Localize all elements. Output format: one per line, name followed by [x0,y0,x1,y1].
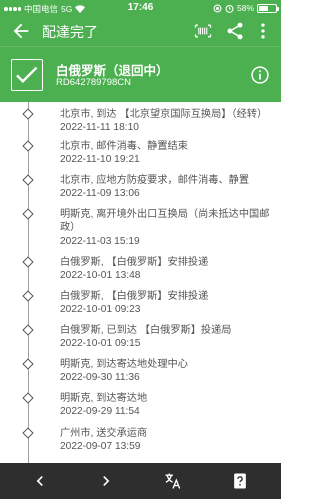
status-bar: 中国电信 5G 17:46 58% [0,0,281,16]
check-icon [11,59,43,91]
event-text: 白俄罗斯, 已到达 【白俄罗斯】投递局 [60,325,232,336]
info-icon[interactable] [250,65,270,85]
event-text: 北京市, 邮件消毒、静置结束 [60,141,188,152]
help-icon[interactable] [230,471,250,491]
event-text: 明斯克, 离开境外出口互换局（尚未抵达中国邮政） [60,209,270,233]
alarm-icon [225,4,234,13]
diamond-icon [22,358,34,370]
status-right: 58% [213,3,279,13]
chevron-left-icon[interactable] [30,471,50,491]
event-text: 广州市, 送交承运商 [60,428,148,439]
event-time: 2022-11-10 19:21 [60,154,140,165]
bottom-bar [0,463,281,499]
event-time: 2022-09-07 13:59 [60,441,141,452]
tracking-timeline: 北京市, 到达 【北京望京国际互换局】（经转） 2022-11-11 18:10… [0,102,281,463]
tracking-number: RD642789798CN [56,77,131,88]
event-text: 白俄罗斯, 【白俄罗斯】安排投递 [60,257,209,268]
diamond-icon [22,174,34,186]
back-arrow-icon[interactable] [10,20,32,42]
event-text: 明斯克, 到达寄达地处理中心 [60,359,188,370]
event-time: 2022-10-01 09:15 [60,338,141,349]
package-header: 白俄罗斯（退回中） RD642789798CN [0,46,281,102]
diamond-icon [22,256,34,268]
event-time: 2022-09-30 11:36 [60,372,140,383]
diamond-icon [22,392,34,404]
event-text: 北京市, 应地方防疫要求，邮件消毒、静置 [60,175,250,186]
chevron-right-icon[interactable] [96,471,116,491]
diamond-icon [22,140,34,152]
event-time: 2022-11-11 18:10 [60,122,139,133]
battery-fill [259,5,269,11]
share-icon[interactable] [225,21,245,41]
event-time: 2022-11-09 13:06 [60,188,140,199]
event-time: 2022-11-03 15:19 [60,236,140,247]
diamond-icon [22,324,34,336]
barcode-icon[interactable] [193,21,213,41]
battery-percent: 58% [236,3,254,13]
battery-icon [257,3,279,13]
translate-icon[interactable] [163,471,183,491]
timeline-line [28,102,29,463]
event-text: 北京市, 到达 【北京望京国际互换局】（经转） [60,109,268,120]
event-time: 2022-10-01 09:23 [60,304,141,315]
diamond-icon [22,427,34,439]
diamond-icon [22,208,34,220]
orientation-lock-icon [213,4,222,12]
event-time: 2022-10-01 13:48 [60,270,141,281]
more-vert-icon[interactable] [253,21,273,41]
event-time: 2022-09-29 11:54 [60,406,140,417]
diamond-icon [22,290,34,302]
page-title: 配達完了 [42,24,98,40]
toolbar: 配達完了 [0,16,281,46]
event-text: 白俄罗斯, 【白俄罗斯】安排投递 [60,291,209,302]
event-text: 明斯克, 到达寄达地 [60,393,148,404]
diamond-icon [22,108,34,120]
